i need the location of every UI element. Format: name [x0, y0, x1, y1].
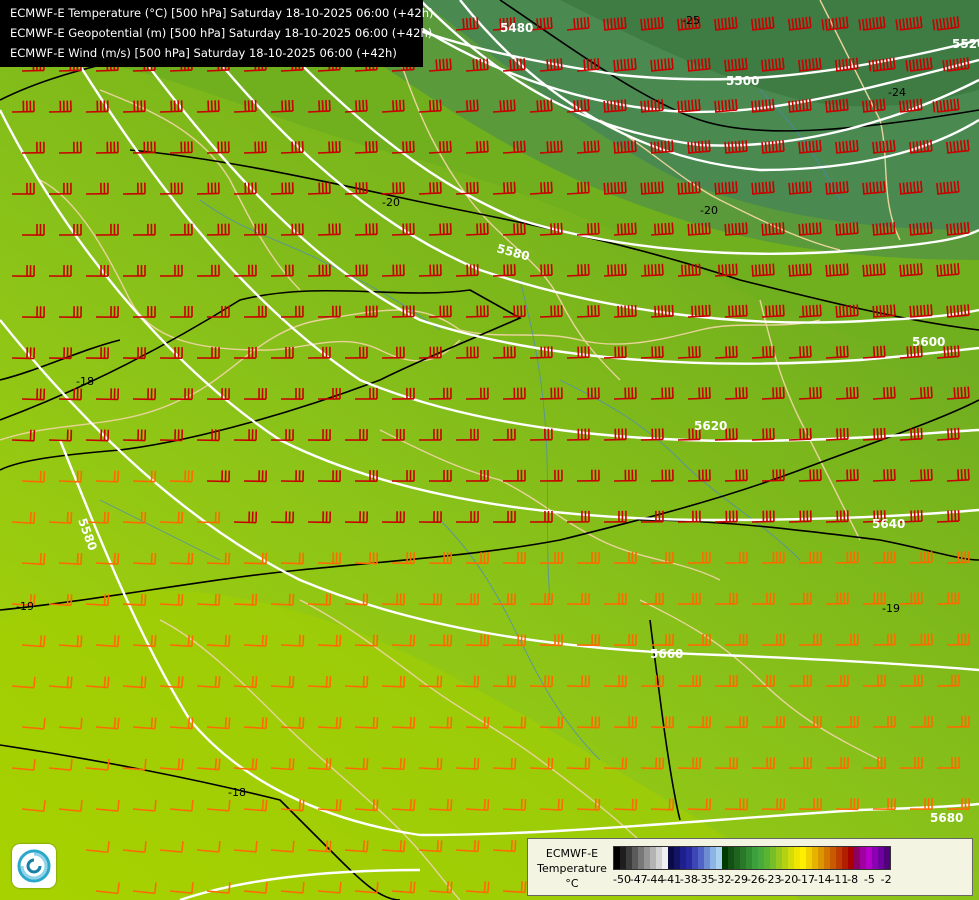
- contour-label: 5660: [650, 647, 683, 661]
- legend-color-bar: [613, 846, 891, 870]
- legend-tick-label: -44: [646, 873, 665, 886]
- isotherm-label: -20: [700, 204, 718, 217]
- isotherm-label: -19: [882, 602, 900, 615]
- isotherm-label: -25: [682, 14, 700, 27]
- legend-tick-label: -2: [880, 873, 892, 886]
- legend-tick-label: -32: [713, 873, 732, 886]
- legend-tick-label: -14: [813, 873, 832, 886]
- legend-tick-label: -8: [847, 873, 859, 886]
- legend-title-variable: Temperature: [537, 862, 607, 875]
- isotherm-label: -19: [16, 600, 34, 613]
- contour-label: 5680: [930, 811, 963, 825]
- legend-tick-label: -5: [863, 873, 875, 886]
- legend-tick-label: -50: [613, 873, 631, 886]
- legend-tick-label: -35: [696, 873, 715, 886]
- isotherm-label: -24: [888, 86, 906, 99]
- legend-color-swatch: [884, 847, 890, 869]
- map-header: ECMWF-E Temperature (°C) [500 hPa] Satur…: [0, 0, 434, 67]
- logo-swirl: [17, 849, 51, 883]
- header-line-temperature: ECMWF-E Temperature (°C) [500 hPa] Satur…: [10, 6, 434, 20]
- header-line-geopotential: ECMWF-E Geopotential (m) [500 hPa] Satur…: [10, 26, 433, 40]
- legend-tick-label: -41: [663, 873, 682, 886]
- legend-tick-label: -20: [780, 873, 799, 886]
- legend-tick-label: -11: [830, 873, 849, 886]
- contour-label: 5480: [500, 21, 533, 35]
- header-line-wind: ECMWF-E Wind (m/s) [500 hPa] Saturday 18…: [10, 46, 397, 60]
- legend-tick-label: -47: [629, 873, 648, 886]
- contour-label: 5500: [726, 74, 759, 88]
- isotherm-label: -20: [382, 196, 400, 209]
- legend-title-unit: °C: [565, 877, 579, 890]
- legend-tick-label: -38: [679, 873, 698, 886]
- legend-tick-label: -17: [797, 873, 815, 886]
- contour-label: 5620: [694, 419, 727, 433]
- temperature-legend: ECMWF-E Temperature °C -50 -47 -44 -41 -38 -3…: [527, 838, 973, 896]
- ecmwf-logo-icon: [12, 844, 56, 888]
- contour-label: 5640: [872, 517, 905, 531]
- legend-title-model: ECMWF-E: [545, 847, 599, 860]
- isotherm-label: -18: [228, 786, 246, 799]
- isotherm-label: -18: [76, 375, 94, 388]
- legend-tick-label: -23: [763, 873, 782, 886]
- legend-tick-label: -29: [730, 873, 749, 886]
- weather-map-view: 5480 5500 5520 5580 5600 5620 5640 5660 …: [0, 0, 979, 900]
- legend-title: ECMWF-E Temperature °C: [534, 846, 610, 891]
- map-canvas[interactable]: 5480 5500 5520 5580 5600 5620 5640 5660 …: [0, 0, 979, 900]
- contour-label: 5600: [912, 335, 945, 349]
- contour-label: 5520: [952, 37, 979, 51]
- legend-tick-label: -26: [746, 873, 765, 886]
